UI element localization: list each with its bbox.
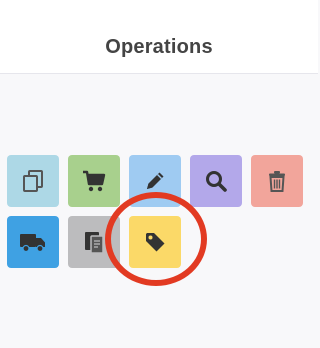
tag-icon: [146, 233, 165, 252]
truck-icon: [20, 234, 45, 253]
edit-button[interactable]: [129, 155, 181, 207]
shopping-cart-icon: [83, 170, 106, 192]
shipping-button[interactable]: [7, 216, 59, 268]
document-copy-icon: [85, 232, 104, 254]
tag-button[interactable]: [129, 216, 181, 268]
shopping-cart-button[interactable]: [68, 155, 120, 207]
pencil-icon: [147, 172, 164, 189]
copy-button[interactable]: [7, 155, 59, 207]
document-copy-button[interactable]: [68, 216, 120, 268]
delete-button[interactable]: [251, 155, 303, 207]
trash-icon: [269, 171, 285, 192]
copy-icon: [23, 170, 43, 192]
header: Operations: [0, 0, 318, 74]
search-icon: [206, 171, 227, 192]
search-button[interactable]: [190, 155, 242, 207]
page-title: Operations: [105, 36, 213, 58]
